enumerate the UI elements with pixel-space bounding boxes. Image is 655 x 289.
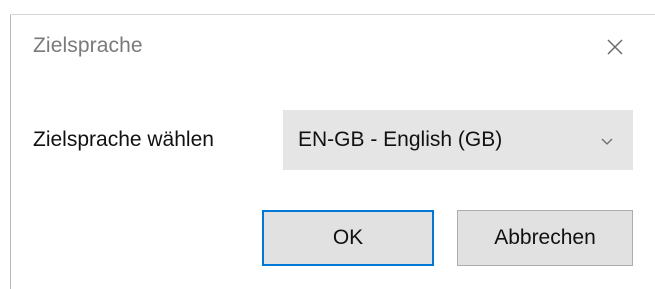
ok-button-label: OK — [332, 226, 364, 249]
cancel-button-label: Abbrechen — [494, 226, 596, 249]
language-dialog: Zielsprache Zielsprache wählen EN-GB - E… — [0, 0, 655, 289]
close-button[interactable] — [600, 34, 630, 64]
target-language-label: Zielsprache wählen — [33, 128, 214, 151]
cancel-button[interactable]: Abbrechen — [457, 210, 633, 266]
chevron-down-icon — [601, 134, 613, 146]
target-language-select[interactable]: EN-GB - English (GB) — [283, 110, 633, 170]
dialog-title: Zielsprache — [33, 34, 143, 57]
dialog-top-border — [10, 14, 655, 15]
close-icon — [605, 37, 625, 62]
ok-button[interactable]: OK — [262, 210, 434, 266]
dialog-left-border — [10, 14, 11, 289]
select-value: EN-GB - English (GB) — [298, 128, 503, 151]
